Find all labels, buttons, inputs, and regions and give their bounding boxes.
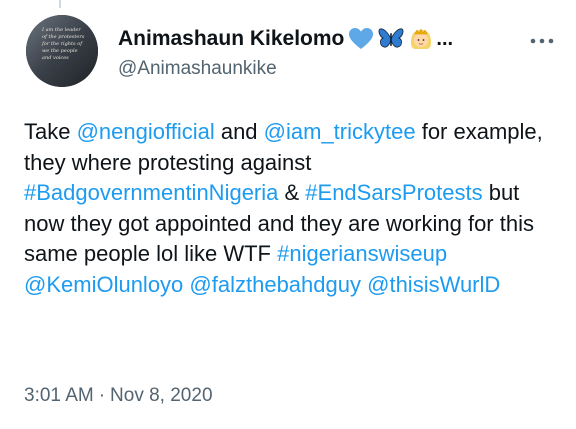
butterfly-icon	[378, 27, 404, 51]
avatar-text-line: and voices	[42, 55, 69, 61]
hashtag-link[interactable]: #BadgovernmentinNigeria	[24, 180, 278, 205]
mention-link[interactable]: @thisisWurlD	[367, 272, 500, 297]
blue-heart-icon	[348, 27, 374, 51]
mention-link[interactable]: @KemiOlunloyo	[24, 272, 183, 297]
more-options-button[interactable]	[529, 31, 555, 51]
hashtag-link[interactable]: #EndSarsProtests	[305, 180, 482, 205]
meta-separator: ·	[98, 385, 106, 406]
woman-with-crown-icon	[408, 27, 434, 51]
user-handle[interactable]: @Animashaunkike	[118, 57, 556, 81]
author-block: Animashaun Kikelomo ... @Animashaunkike	[118, 24, 556, 88]
tweet-date[interactable]: Nov 8, 2020	[110, 385, 212, 407]
hashtag-link[interactable]: #nigerianswiseup	[277, 241, 447, 266]
mention-link[interactable]: @iam_trickytee	[264, 119, 416, 144]
tweet-text-segment: and	[214, 119, 264, 144]
tweet-timestamp: 3:01 AM · Nov 8, 2020	[24, 385, 213, 407]
avatar-text-line: I am the leader	[41, 27, 81, 33]
name-truncation: ...	[436, 27, 454, 50]
avatar[interactable]: I am the leader of the protesters for the …	[26, 15, 98, 87]
avatar-text-line: we the people	[42, 48, 78, 54]
display-name-row[interactable]: Animashaun Kikelomo ...	[118, 24, 556, 54]
tweet-time[interactable]: 3:01 AM	[24, 385, 94, 407]
mention-link[interactable]: @falzthebahdguy	[189, 272, 361, 297]
avatar-image: I am the leaderof the protestersfor the …	[26, 15, 98, 87]
avatar-text-line: for the rights of	[41, 41, 83, 47]
thread-line	[59, 0, 61, 8]
avatar-text-line: of the protesters	[42, 34, 85, 40]
more-horizontal-icon	[530, 38, 554, 44]
mention-link[interactable]: @nengiofficial	[77, 119, 215, 144]
tweet-text-segment: &	[278, 180, 306, 205]
tweet-text: Take @nengiofficial and @iam_trickytee f…	[24, 117, 556, 300]
display-name[interactable]: Animashaun Kikelomo	[118, 27, 344, 51]
tweet-text-segment: Take	[24, 119, 77, 144]
